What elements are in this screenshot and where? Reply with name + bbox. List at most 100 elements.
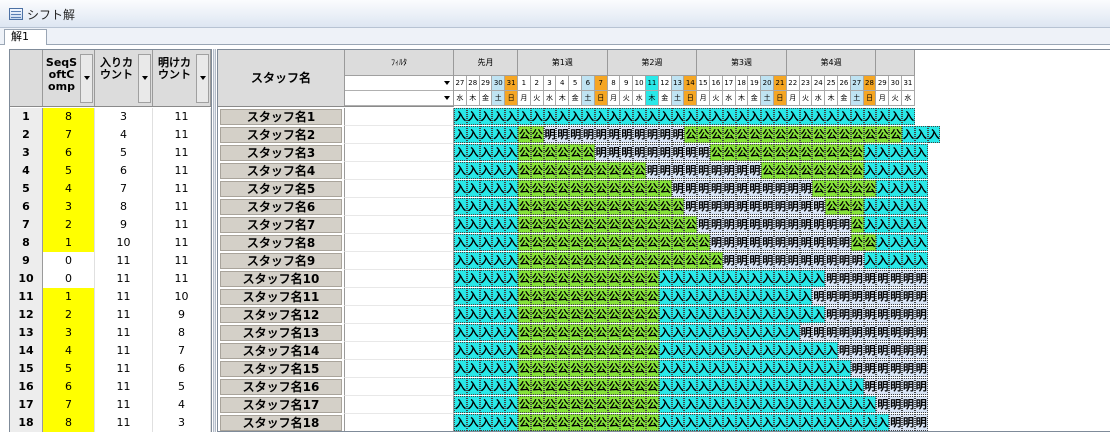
seqsoftcomp-cell[interactable]: 2 [43, 306, 95, 324]
staff-row[interactable]: スタッフ名7 [218, 216, 345, 234]
seqsoftcomp-filter-button[interactable] [80, 54, 93, 103]
shift-cell[interactable]: 入 [466, 252, 480, 269]
shift-cell[interactable]: 公 [556, 198, 570, 215]
shift-cell[interactable]: 公 [607, 252, 621, 269]
seqsoftcomp-cell[interactable]: 6 [43, 144, 95, 162]
shift-cell[interactable]: 入 [748, 306, 762, 323]
shift-cell[interactable]: 公 [876, 126, 890, 143]
count-row[interactable]: 5 4 7 11 [10, 180, 211, 198]
shift-cell[interactable]: 明 [902, 288, 915, 305]
shift-cell[interactable]: 公 [556, 144, 570, 161]
shift-cell[interactable]: 公 [518, 324, 531, 341]
shift-cell[interactable]: 入 [505, 234, 518, 251]
shift-cell[interactable]: 入 [722, 396, 736, 413]
ake-count-cell[interactable]: 11 [153, 126, 211, 144]
shift-cell[interactable]: 入 [594, 108, 608, 125]
iri-count-cell[interactable]: 11 [95, 270, 153, 288]
filter-dropdown-1[interactable] [345, 76, 453, 91]
shift-cell[interactable]: 公 [543, 342, 557, 359]
shift-cell[interactable]: 公 [543, 414, 557, 431]
shift-cell[interactable]: 公 [582, 216, 595, 233]
ake-count-cell[interactable]: 11 [153, 270, 211, 288]
shift-cell[interactable]: 公 [543, 324, 557, 341]
shift-cell[interactable]: 明 [838, 216, 851, 233]
shift-cell[interactable]: 明 [863, 342, 877, 359]
shift-cell[interactable]: 公 [556, 324, 570, 341]
shift-cell[interactable]: 入 [889, 198, 902, 215]
shift-cell[interactable]: 公 [710, 126, 723, 143]
shift-cell[interactable]: 公 [607, 306, 621, 323]
shift-cell[interactable]: 明 [838, 252, 851, 269]
shift-cell[interactable]: 入 [825, 378, 838, 395]
shift-cell[interactable]: 入 [799, 108, 813, 125]
shift-cell[interactable]: 入 [466, 162, 480, 179]
shift-cell[interactable]: 公 [620, 198, 634, 215]
shift-cell[interactable]: 公 [530, 396, 544, 413]
shift-cell[interactable]: 入 [454, 414, 467, 431]
shift-cell[interactable]: 公 [543, 234, 557, 251]
shift-cell[interactable]: 入 [466, 288, 480, 305]
shift-cell[interactable]: 入 [761, 288, 774, 305]
staff-name-header[interactable]: スタッフ名 [218, 50, 345, 107]
ake-count-cell[interactable]: 6 [153, 360, 211, 378]
shift-cell[interactable]: 入 [658, 360, 672, 377]
shift-cell[interactable]: 公 [761, 162, 774, 179]
shift-cell[interactable]: 公 [722, 126, 736, 143]
shift-cell[interactable]: 入 [812, 270, 826, 287]
count-row[interactable]: 6 3 8 11 [10, 198, 211, 216]
shift-cell[interactable]: 明 [748, 198, 762, 215]
shift-cell[interactable]: 公 [518, 396, 531, 413]
shift-cell[interactable]: 入 [761, 396, 774, 413]
shift-cell[interactable]: 入 [889, 180, 902, 197]
shift-cell[interactable]: 公 [633, 234, 646, 251]
shift-cell[interactable]: 公 [812, 162, 826, 179]
shift-cell[interactable]: 明 [799, 180, 813, 197]
seqsoftcomp-cell[interactable]: 4 [43, 180, 95, 198]
shift-cell[interactable]: 入 [710, 414, 723, 431]
staff-row[interactable]: スタッフ名11 [218, 288, 345, 306]
shift-cell[interactable]: 公 [863, 180, 877, 197]
shift-cell[interactable]: 入 [710, 342, 723, 359]
shift-cell[interactable]: 明 [671, 180, 685, 197]
shift-cell[interactable]: 入 [492, 216, 506, 233]
count-row[interactable]: 14 4 11 7 [10, 342, 211, 360]
shift-cell[interactable]: 入 [492, 378, 506, 395]
shift-cell[interactable]: 公 [620, 342, 634, 359]
shift-cell[interactable]: 公 [556, 270, 570, 287]
shift-cell[interactable]: 入 [658, 396, 672, 413]
shift-cell[interactable]: 公 [543, 252, 557, 269]
shift-cell[interactable]: 入 [914, 162, 928, 179]
shift-cell[interactable]: 入 [863, 216, 877, 233]
shift-cell[interactable]: 明 [722, 234, 736, 251]
shift-cell[interactable]: 公 [530, 162, 544, 179]
iri-count-header[interactable]: 入りカ ウント [95, 50, 153, 106]
shift-cell[interactable]: 入 [761, 306, 774, 323]
shift-cell[interactable]: 公 [518, 306, 531, 323]
shift-cell[interactable]: 明 [607, 144, 621, 161]
shift-cell[interactable]: 明 [761, 198, 774, 215]
shift-cell[interactable]: 入 [697, 342, 710, 359]
ake-count-header[interactable]: 明けカ ウント [153, 50, 211, 106]
shift-cell[interactable]: 入 [466, 414, 480, 431]
shift-cell[interactable]: 公 [620, 270, 634, 287]
shift-cell[interactable]: 入 [479, 324, 493, 341]
shift-cell[interactable]: 明 [697, 162, 710, 179]
shift-cell[interactable]: 明 [786, 180, 800, 197]
shift-cell[interactable]: 入 [582, 108, 595, 125]
shift-cell[interactable]: 公 [633, 252, 646, 269]
shift-cell[interactable]: 入 [838, 108, 851, 125]
shift-cell[interactable]: 公 [607, 234, 621, 251]
shift-cell[interactable]: 入 [607, 108, 621, 125]
shift-cell[interactable]: 入 [825, 414, 838, 431]
shift-cell[interactable]: 入 [466, 378, 480, 395]
shift-cell[interactable]: 公 [863, 126, 877, 143]
shift-cell[interactable]: 入 [492, 414, 506, 431]
shift-cell[interactable]: 入 [466, 144, 480, 161]
shift-cell[interactable]: 公 [838, 126, 851, 143]
shift-cell[interactable]: 明 [812, 234, 826, 251]
shift-cell[interactable]: 入 [671, 324, 685, 341]
shift-cell[interactable]: 明 [876, 342, 890, 359]
shift-cell[interactable]: 入 [671, 342, 685, 359]
shift-cell[interactable]: 公 [556, 342, 570, 359]
shift-cell[interactable]: 公 [786, 162, 800, 179]
